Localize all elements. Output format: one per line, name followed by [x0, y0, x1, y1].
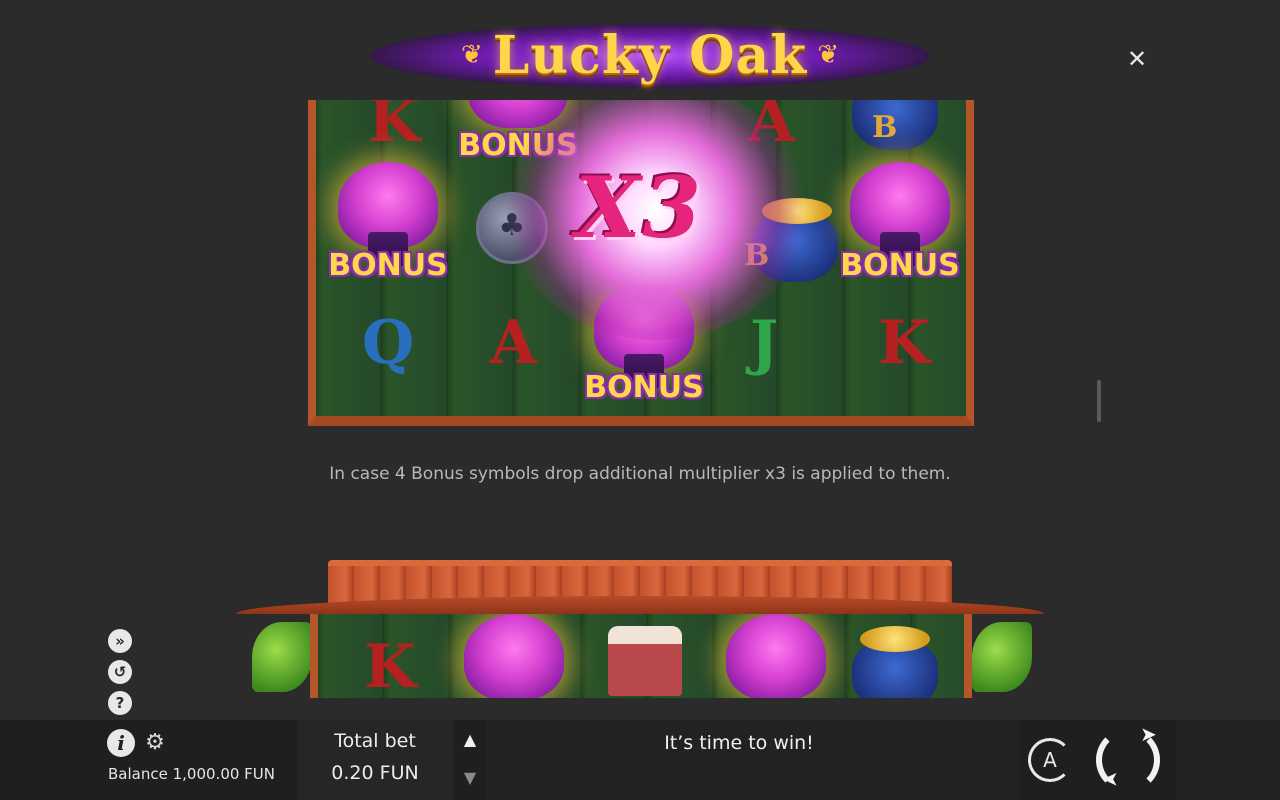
- bonus-label: BONUS: [584, 370, 704, 405]
- bet-decrease-icon[interactable]: ▼: [454, 768, 486, 798]
- bonus-symbol: BONUS: [328, 162, 448, 292]
- symbol-q: Q: [362, 308, 415, 378]
- game-title: Lucky Oak: [492, 24, 808, 86]
- pot-letter: B: [872, 110, 898, 145]
- rules-screenshot-reels: K: [310, 614, 972, 698]
- oak-leaves-left-icon: [252, 622, 312, 692]
- spin-button[interactable]: ➤ ➤: [1096, 722, 1160, 792]
- info-icon[interactable]: i: [107, 729, 135, 757]
- turbo-icon[interactable]: »: [108, 629, 132, 653]
- spin-arrow-icon: ➤: [1102, 768, 1119, 792]
- multiplier-label: X3: [575, 158, 703, 257]
- bottom-bar: i ⚙ Balance 1,000.00 FUN Total bet 0.20 …: [0, 720, 1280, 800]
- help-icon[interactable]: ?: [108, 691, 132, 715]
- history-icon[interactable]: ↺: [108, 660, 132, 684]
- pagoda-roof: [236, 560, 1044, 622]
- bet-stepper: ▲ ▼: [454, 720, 486, 800]
- total-bet-panel: Total bet 0.20 FUN: [298, 720, 452, 800]
- total-bet-label: Total bet: [334, 730, 416, 752]
- oak-leaves-right-icon: [972, 622, 1032, 692]
- balance-panel: i ⚙ Balance 1,000.00 FUN: [0, 720, 296, 800]
- symbol-j: J: [750, 308, 779, 378]
- bonus-label: BONUS: [328, 248, 448, 283]
- symbol-a: A: [490, 308, 537, 378]
- total-bet-value: 0.20 FUN: [331, 762, 419, 784]
- leaf-ornament-left-icon: ❦: [461, 40, 483, 70]
- status-message: It’s time to win!: [664, 732, 814, 754]
- spin-arrow-icon: ➤: [1140, 722, 1157, 746]
- gold-coins: [860, 626, 930, 652]
- balance-label: Balance: [108, 765, 168, 783]
- beer-mug-icon: [608, 626, 682, 696]
- rules-caption: In case 4 Bonus symbols drop additional …: [329, 464, 951, 484]
- balance-value: 1,000.00 FUN: [172, 765, 276, 783]
- bonus-symbol: BONUS: [840, 162, 960, 292]
- scrollbar[interactable]: [1097, 380, 1101, 422]
- bonus-symbol: [454, 614, 574, 698]
- rules-screenshot-multiplier: K A B BONUS BONUS ♣ B BONUS Q A J K BONU…: [308, 100, 974, 426]
- bonus-label: BONUS: [840, 248, 960, 283]
- leaf-ornament-right-icon: ❦: [817, 40, 839, 70]
- close-icon[interactable]: ✕: [1124, 46, 1150, 72]
- symbol-k: K: [878, 308, 931, 378]
- gear-icon[interactable]: ⚙: [143, 731, 167, 755]
- symbol-k: K: [368, 100, 421, 156]
- oak-tree-icon: [464, 614, 564, 698]
- autoplay-button[interactable]: A: [1028, 738, 1072, 782]
- symbol-k: K: [364, 632, 417, 698]
- balance-display: Balance 1,000.00 FUN: [108, 765, 275, 783]
- bet-increase-icon[interactable]: ▲: [454, 730, 486, 760]
- game-logo: ❦ Lucky Oak ❦: [370, 10, 930, 100]
- oak-tree-icon: [726, 614, 826, 698]
- bonus-symbol: [716, 614, 836, 698]
